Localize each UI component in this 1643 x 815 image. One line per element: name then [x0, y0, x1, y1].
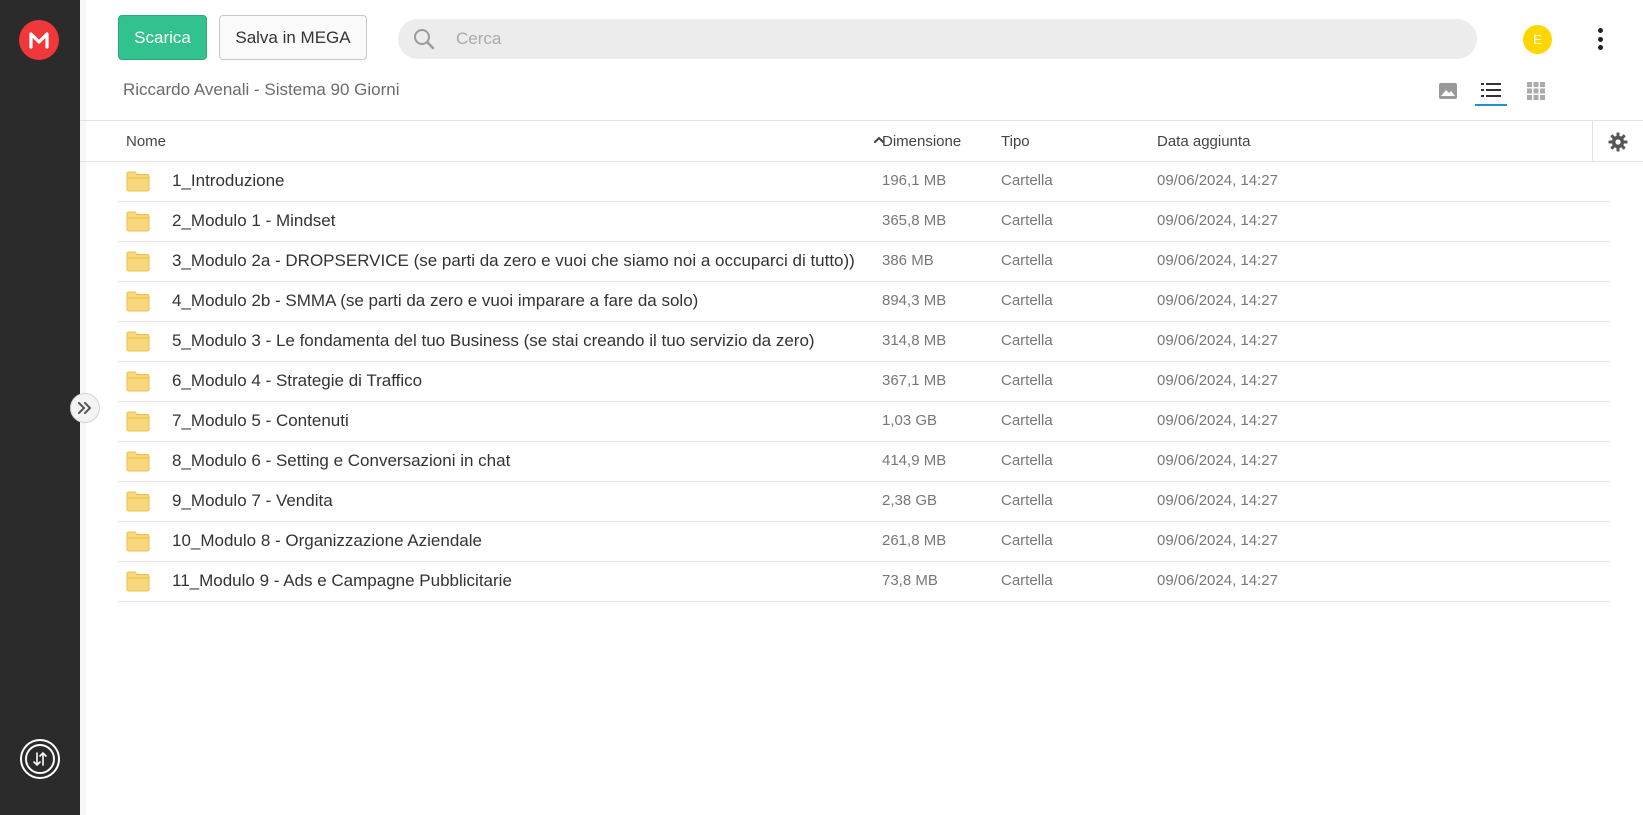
folder-date-added: 09/06/2024, 14:27	[1157, 292, 1278, 309]
folder-type: Cartella	[1001, 532, 1053, 549]
search-bar[interactable]	[398, 19, 1477, 59]
folder-name[interactable]: 2_Modulo 1 - Mindset	[172, 211, 335, 231]
folder-size: 314,8 MB	[882, 332, 947, 349]
folder-icon	[126, 290, 150, 312]
folder-type: Cartella	[1001, 292, 1053, 309]
table-row[interactable]: 8_Modulo 6 - Setting e Conversazioni in …	[118, 442, 1610, 482]
table-row[interactable]: 5_Modulo 3 - Le fondamenta del tuo Busin…	[118, 322, 1610, 362]
folder-size: 365,8 MB	[882, 212, 947, 229]
table-header: Nome Dimensione Tipo Data aggiunta	[80, 120, 1643, 162]
list-view-icon	[1481, 83, 1501, 97]
folder-type: Cartella	[1001, 412, 1053, 429]
folder-icon	[126, 210, 150, 232]
folder-icon	[126, 330, 150, 352]
table-row[interactable]: 10_Modulo 8 - Organizzazione Aziendale 26…	[118, 522, 1610, 562]
folder-type: Cartella	[1001, 492, 1053, 509]
folder-name[interactable]: 5_Modulo 3 - Le fondamenta del tuo Busin…	[172, 331, 815, 351]
double-chevron-right-icon	[78, 402, 91, 414]
folder-type: Cartella	[1001, 252, 1053, 269]
column-header-name[interactable]: Nome	[126, 133, 166, 150]
folder-type: Cartella	[1001, 452, 1053, 469]
folder-type: Cartella	[1001, 372, 1053, 389]
mega-logo-icon[interactable]	[19, 20, 59, 60]
folder-size: 1,03 GB	[882, 412, 938, 429]
folder-type: Cartella	[1001, 212, 1053, 229]
transfer-manager-button[interactable]	[20, 739, 60, 779]
table-row[interactable]: 4_Modulo 2b - SMMA (se parti da zero e v…	[118, 282, 1610, 322]
folder-icon	[126, 450, 150, 472]
table-row[interactable]: 7_Modulo 5 - Contenuti 1,03 GB Cartella 09/…	[118, 402, 1610, 442]
folder-size: 261,8 MB	[882, 532, 947, 549]
table-row[interactable]: 9_Modulo 7 - Vendita 2,38 GB Cartella 09/06…	[118, 482, 1610, 522]
folder-size: 2,38 GB	[882, 492, 938, 509]
folder-date-added: 09/06/2024, 14:27	[1157, 252, 1278, 269]
folder-date-added: 09/06/2024, 14:27	[1157, 452, 1278, 469]
table-row[interactable]: 6_Modulo 4 - Strategie di Traffico 367,1 …	[118, 362, 1610, 402]
table-row[interactable]: 1_Introduzione 196,1 MB Cartella 09/06/2024…	[118, 162, 1610, 202]
folder-name[interactable]: 8_Modulo 6 - Setting e Conversazioni in …	[172, 451, 510, 471]
avatar[interactable]: E	[1523, 25, 1552, 54]
column-header-size[interactable]: Dimensione	[882, 133, 961, 150]
folder-icon	[126, 370, 150, 392]
download-button[interactable]: Scarica	[118, 15, 207, 60]
folder-icon	[126, 250, 150, 272]
folder-size: 367,1 MB	[882, 372, 947, 389]
column-settings-button[interactable]	[1592, 121, 1643, 162]
media-view-button[interactable]	[1432, 76, 1464, 106]
column-header-type[interactable]: Tipo	[1001, 133, 1030, 150]
gear-icon	[1608, 132, 1628, 151]
folder-size: 73,8 MB	[882, 572, 938, 589]
folder-size: 386 MB	[882, 252, 934, 269]
folder-name[interactable]: 1_Introduzione	[172, 171, 284, 191]
folder-date-added: 09/06/2024, 14:27	[1157, 572, 1278, 589]
folder-name[interactable]: 3_Modulo 2a - DROPSERVICE (se parti da z…	[172, 251, 855, 271]
folder-date-added: 09/06/2024, 14:27	[1157, 212, 1278, 229]
folder-size: 414,9 MB	[882, 452, 947, 469]
table-row[interactable]: 3_Modulo 2a - DROPSERVICE (se parti da z…	[118, 242, 1610, 282]
folder-size: 894,3 MB	[882, 292, 947, 309]
folder-date-added: 09/06/2024, 14:27	[1157, 332, 1278, 349]
main-content: Scarica Salva in MEGA E Riccardo Avenali…	[80, 0, 1643, 815]
folder-icon	[126, 410, 150, 432]
table-row[interactable]: 11_Modulo 9 - Ads e Campagne Pubblicitar…	[118, 562, 1610, 602]
folder-name[interactable]: 10_Modulo 8 - Organizzazione Aziendale	[172, 531, 482, 551]
folder-date-added: 09/06/2024, 14:27	[1157, 412, 1278, 429]
folder-icon	[126, 530, 150, 552]
folder-name[interactable]: 11_Modulo 9 - Ads e Campagne Pubblicitar…	[172, 571, 512, 591]
table-row[interactable]: 2_Modulo 1 - Mindset 365,8 MB Cartella 09/0…	[118, 202, 1610, 242]
folder-name[interactable]: 7_Modulo 5 - Contenuti	[172, 411, 349, 431]
folder-date-added: 09/06/2024, 14:27	[1157, 172, 1278, 189]
folder-name[interactable]: 9_Modulo 7 - Vendita	[172, 491, 333, 511]
folder-icon	[126, 170, 150, 192]
list-view-button[interactable]	[1475, 76, 1507, 106]
folder-type: Cartella	[1001, 332, 1053, 349]
search-input[interactable]	[456, 29, 1456, 49]
more-options-icon[interactable]	[1593, 24, 1607, 54]
media-view-icon	[1439, 83, 1457, 99]
transfer-manager-icon	[25, 744, 55, 774]
search-icon	[412, 26, 438, 52]
column-header-date[interactable]: Data aggiunta	[1157, 133, 1250, 150]
folder-type: Cartella	[1001, 172, 1053, 189]
breadcrumb: Riccardo Avenali - Sistema 90 Giorni	[123, 80, 400, 99]
grid-view-button[interactable]	[1520, 76, 1552, 106]
folder-type: Cartella	[1001, 572, 1053, 589]
folder-name[interactable]: 4_Modulo 2b - SMMA (se parti da zero e v…	[172, 291, 698, 311]
folder-date-added: 09/06/2024, 14:27	[1157, 372, 1278, 389]
save-to-mega-button[interactable]: Salva in MEGA	[219, 15, 367, 60]
left-sidebar	[0, 0, 80, 815]
grid-view-icon	[1527, 82, 1545, 100]
folder-size: 196,1 MB	[882, 172, 947, 189]
folder-date-added: 09/06/2024, 14:27	[1157, 492, 1278, 509]
folder-date-added: 09/06/2024, 14:27	[1157, 532, 1278, 549]
mega-m-glyph	[29, 32, 49, 49]
file-list: 1_Introduzione 196,1 MB Cartella 09/06/2024…	[118, 162, 1610, 602]
folder-name[interactable]: 6_Modulo 4 - Strategie di Traffico	[172, 371, 422, 391]
folder-icon	[126, 490, 150, 512]
expand-sidebar-button[interactable]	[70, 393, 100, 423]
folder-icon	[126, 570, 150, 592]
